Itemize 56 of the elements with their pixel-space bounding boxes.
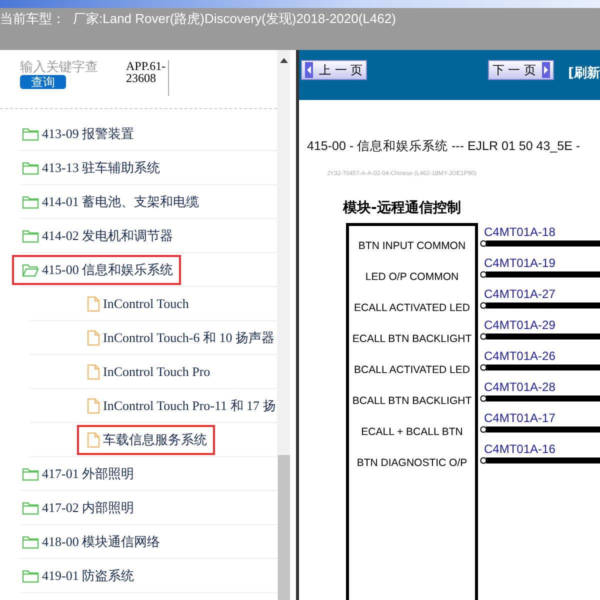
pin-label: ECALL BTN BACKLIGHT [351, 332, 473, 346]
connector-pin-label: C4MT01A-17 [483, 411, 556, 425]
pin-label: BTN DIAGNOSTIC O/P [356, 456, 468, 470]
pin-label: BCALL BTN BACKLIGHT [351, 394, 473, 408]
document-icon [87, 364, 100, 380]
tree-folder-item[interactable]: 414-01 蓄电池、支架和电缆 [20, 186, 208, 216]
folder-icon [22, 228, 39, 242]
search-button[interactable]: 查询 [20, 75, 66, 89]
document-icon [87, 330, 100, 346]
pin-label: BTN INPUT COMMON [357, 238, 467, 254]
next-page-button[interactable]: 下 一 页 [488, 60, 554, 80]
tree-folder-item[interactable]: 419-01 防盗系统 [20, 560, 142, 590]
refresh-link[interactable]: [刷新 [568, 64, 600, 82]
tree-folder-item[interactable]: 417-01 外部照明 [20, 458, 142, 488]
folder-icon [22, 160, 39, 174]
scrollbar[interactable] [277, 50, 290, 600]
scroll-up-icon[interactable] [280, 58, 288, 63]
connector-pin-label: C4MT01A-28 [483, 380, 556, 394]
connector-pin-label: C4MT01A-18 [483, 225, 556, 239]
document-icon [87, 432, 100, 448]
module-title: 模块-远程通信控制 [343, 199, 462, 217]
connector-pin-label: C4MT01A-16 [483, 442, 556, 456]
folder-icon [22, 500, 39, 514]
tree-folder-item[interactable]: 418-00 模块通信网络 [20, 526, 168, 556]
pin-label: BCALL ACTIVATED LED [353, 362, 471, 378]
tree-document-item[interactable]: InControl Touch Pro-11 和 17 扬 [85, 390, 277, 420]
connector-pin-label: C4MT01A-26 [483, 349, 556, 363]
vehicle-model-text: 厂家:Land Rover(路虎)Discovery(发现)2018-2020(L462) [73, 10, 396, 28]
app-code-text: APP.61-23608 [126, 60, 169, 96]
connector-pin-label: C4MT01A-29 [483, 318, 556, 332]
folder-icon [22, 534, 39, 548]
pin-label: LED O/P COMMON [364, 270, 460, 284]
tree-document-item[interactable]: InControl Touch Pro [85, 358, 218, 386]
tree-document-item[interactable]: 车载信息服务系统 [77, 424, 215, 454]
open-folder-icon [22, 262, 39, 276]
document-icon [87, 296, 100, 312]
tree-folder-item[interactable]: 414-02 发电机和调节器 [20, 220, 182, 250]
document-title: 415-00 - 信息和娱乐系统 --- EJLR 01 50 43_5E - [307, 138, 582, 155]
pin-label: ECALL ACTIVATED LED [353, 300, 471, 316]
tree-folder-item[interactable]: 413-13 驻车辅助系统 [20, 152, 168, 182]
folder-icon [22, 466, 39, 480]
tree-document-item[interactable]: InControl Touch-6 和 10 扬声器 [85, 322, 277, 352]
folder-icon [22, 194, 39, 208]
connector-pin-label: C4MT01A-19 [483, 256, 556, 270]
tree-folder-item[interactable]: 415-00 信息和娱乐系统 [12, 254, 182, 284]
previous-page-button[interactable]: 上 一 页 [301, 60, 367, 80]
scrollbar-thumb[interactable] [278, 455, 290, 600]
tree-folder-item[interactable]: 413-09 报警装置 [20, 118, 142, 148]
pin-label: ECALL + BCALL BTN [360, 424, 464, 440]
connector-pin-label: C4MT01A-27 [483, 287, 556, 301]
folder-icon [22, 126, 39, 140]
tree-document-item[interactable]: InControl Touch [85, 290, 197, 318]
tree-folder-item[interactable]: 417-02 内部照明 [20, 492, 142, 522]
document-icon [87, 398, 100, 414]
header-label: 当前车型： [0, 10, 65, 28]
folder-icon [22, 568, 39, 582]
